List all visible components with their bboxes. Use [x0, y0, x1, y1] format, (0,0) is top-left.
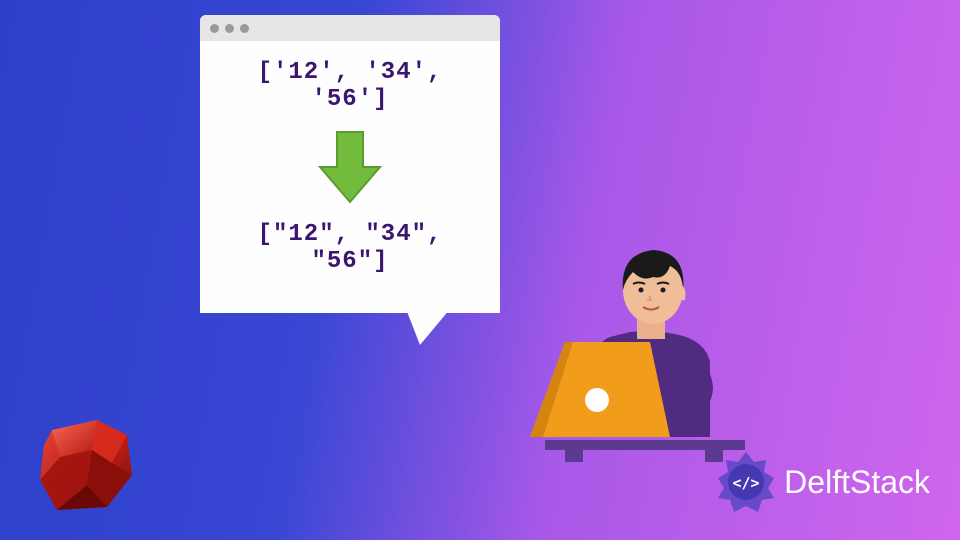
code-before: ['12', '34', '56'] [214, 59, 486, 113]
svg-text:</>: </> [733, 474, 760, 492]
code-after: ["12", "34", "56"] [214, 221, 486, 275]
brand-text: DelftStack [784, 464, 930, 501]
person-at-laptop-illustration [515, 242, 775, 467]
window-dot [240, 24, 249, 33]
code-window: ['12', '34', '56'] ["12", "34", "56"] [200, 15, 500, 313]
down-arrow-icon [214, 127, 486, 207]
window-dot [210, 24, 219, 33]
window-content: ['12', '34', '56'] ["12", "34", "56"] [200, 41, 500, 313]
delftstack-brand: </> DelftStack [712, 448, 930, 516]
delftstack-emblem-icon: </> [712, 448, 780, 516]
window-dot [225, 24, 234, 33]
window-title-bar [200, 15, 500, 41]
ruby-logo-icon [32, 415, 142, 520]
speech-bubble-tail [406, 309, 450, 345]
